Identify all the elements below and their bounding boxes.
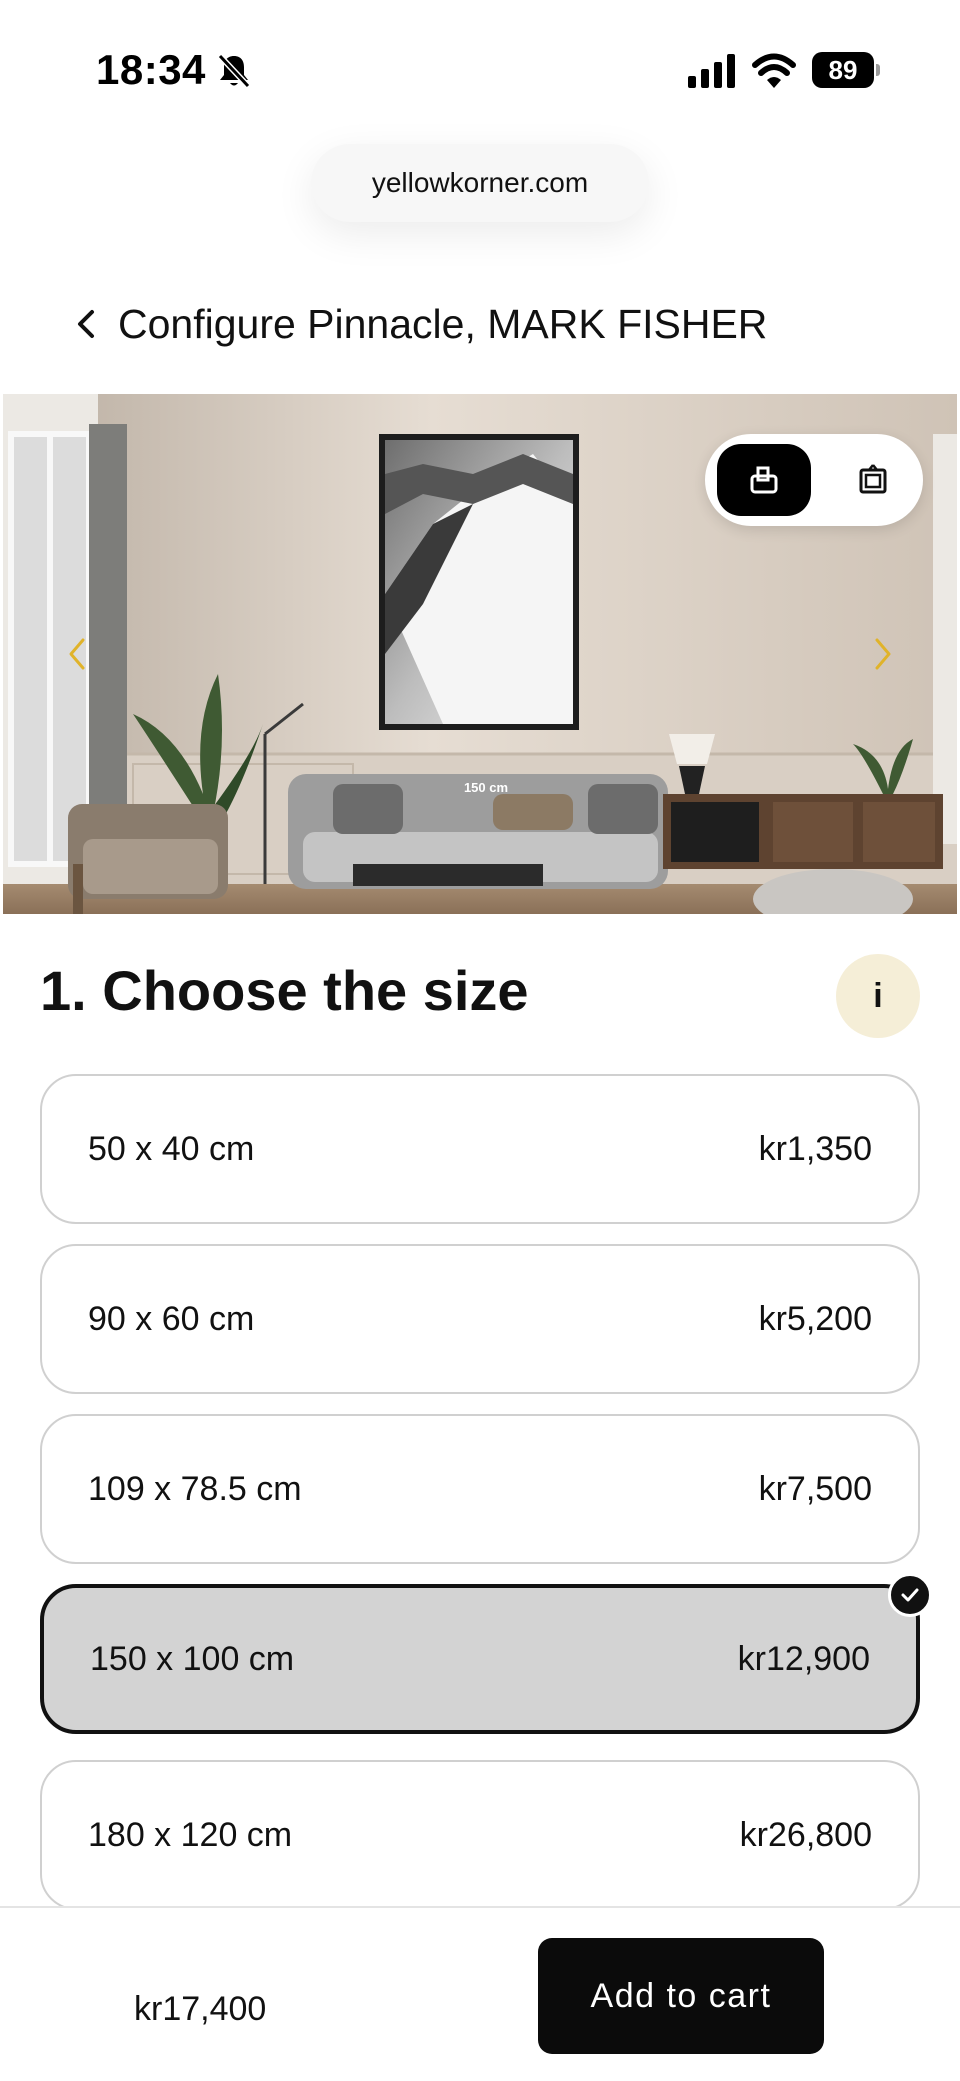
wifi-icon <box>752 53 796 88</box>
size-price: kr26,800 <box>739 1815 872 1854</box>
size-option[interactable]: 180 x 120 cm kr26,800 <box>40 1760 920 1910</box>
status-bar: 18:34 89 <box>0 0 960 140</box>
battery-tip <box>876 64 880 76</box>
battery-icon: 89 <box>812 52 880 88</box>
total-price: kr17,400 <box>134 1990 267 2028</box>
frame-view-icon <box>859 464 887 494</box>
info-button[interactable]: i <box>836 954 920 1038</box>
section-title: 1. Choose the size <box>40 959 529 1022</box>
size-dimensions: 109 x 78.5 cm <box>88 1469 302 1508</box>
chevron-left-icon[interactable] <box>72 306 100 342</box>
size-option[interactable]: 109 x 78.5 cm kr7,500 <box>40 1414 920 1564</box>
size-option[interactable]: 50 x 40 cm kr1,350 <box>40 1074 920 1224</box>
size-price: kr7,500 <box>758 1469 872 1508</box>
url-bar[interactable]: yellowkorner.com <box>311 144 649 222</box>
frame-view-button[interactable] <box>837 444 909 516</box>
signal-icon <box>688 54 735 88</box>
size-price: kr1,350 <box>758 1129 872 1168</box>
artwork-size-label: 150 cm <box>463 780 509 795</box>
room-view-icon <box>750 466 778 494</box>
size-option[interactable]: 90 x 60 cm kr5,200 <box>40 1244 920 1394</box>
size-dimensions: 180 x 120 cm <box>88 1815 293 1854</box>
size-price: kr5,200 <box>758 1299 872 1338</box>
checkout-bar: kr17,400 Add to cart <box>0 1906 960 2081</box>
product-preview: 150 cm <box>3 394 957 914</box>
size-price: kr12,900 <box>737 1639 870 1678</box>
chevron-left-icon[interactable] <box>65 634 89 674</box>
status-time: 18:34 <box>96 46 206 93</box>
add-to-cart-button[interactable]: Add to cart <box>538 1938 824 2054</box>
page-title: Configure Pinnacle, MARK FISHER <box>118 300 768 347</box>
page-header: Configure Pinnacle, MARK FISHER <box>72 294 767 354</box>
size-dimensions: 150 x 100 cm <box>90 1639 295 1678</box>
size-dimensions: 90 x 60 cm <box>88 1299 255 1338</box>
chevron-right-icon[interactable] <box>871 634 895 674</box>
view-toggle <box>705 434 923 526</box>
room-view-button[interactable] <box>717 444 811 516</box>
size-dimensions: 50 x 40 cm <box>88 1129 255 1168</box>
size-option-selected[interactable]: 150 x 100 cm kr12,900 <box>40 1584 920 1734</box>
battery-level: 89 <box>812 52 874 88</box>
checkmark-icon <box>888 1573 932 1617</box>
bell-slash-icon <box>217 53 251 89</box>
